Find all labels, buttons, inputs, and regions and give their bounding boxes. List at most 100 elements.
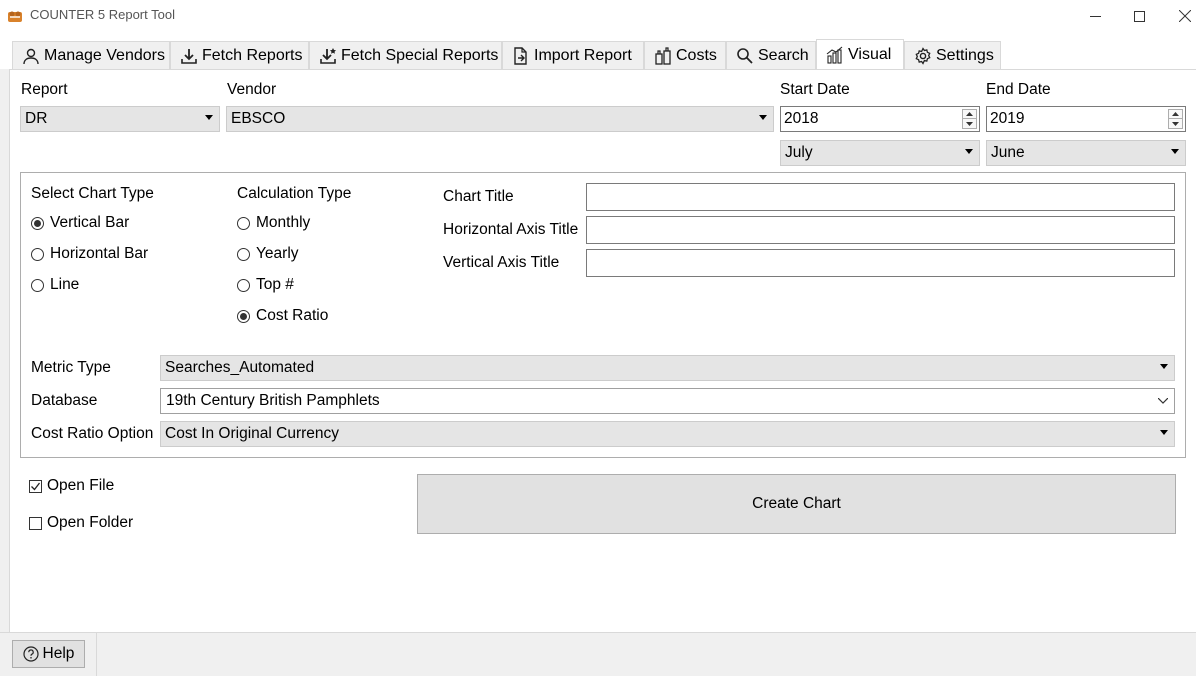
vendor-label: Vendor (227, 81, 277, 98)
dropdown-arrow-icon (1171, 149, 1179, 154)
tab-label: Import Report (534, 47, 632, 64)
end-month-value: June (991, 144, 1025, 161)
tab-visual[interactable]: Visual (816, 39, 904, 70)
radio-unselected-icon (237, 278, 250, 292)
radio-unselected-icon (237, 247, 250, 261)
metric-type-value: Searches_Automated (165, 359, 315, 376)
spinner-buttons[interactable] (1168, 109, 1183, 129)
tab-costs[interactable]: Costs (644, 41, 726, 70)
radio-selected-icon (31, 216, 44, 230)
chart-type-heading: Select Chart Type (31, 185, 154, 202)
start-year-spinner[interactable]: 2018 (780, 106, 980, 132)
radio-label: Vertical Bar (50, 214, 130, 231)
chart-options-group (20, 172, 1186, 458)
tab-label: Visual (848, 46, 892, 63)
dropdown-arrow-icon (1160, 430, 1168, 435)
tab-label: Costs (676, 47, 717, 64)
dropdown-arrow-icon (759, 115, 767, 120)
radio-label: Horizontal Bar (50, 245, 149, 262)
maximize-icon (1133, 10, 1145, 22)
costs-icon (655, 47, 671, 65)
title-bar (0, 0, 1196, 32)
radio-label: Line (50, 276, 80, 293)
tab-fetch-special-reports[interactable]: Fetch Special Reports (309, 41, 502, 70)
close-button[interactable] (1162, 0, 1196, 32)
open-file-checkbox[interactable]: Open File (29, 477, 114, 495)
horizontal-axis-title-input[interactable] (586, 216, 1175, 244)
radio-unselected-icon (237, 216, 250, 230)
tab-label: Fetch Special Reports (341, 47, 499, 64)
radio-horizontal-bar[interactable]: Horizontal Bar (31, 245, 148, 263)
horizontal-axis-title-label: Horizontal Axis Title (443, 221, 579, 238)
download-icon (181, 49, 197, 64)
tab-manage-vendors[interactable]: Manage Vendors (12, 41, 170, 70)
help-button[interactable]: Help (12, 640, 85, 668)
radio-label: Monthly (256, 214, 311, 231)
radio-monthly[interactable]: Monthly (237, 214, 310, 232)
radio-cost-ratio[interactable]: Cost Ratio (237, 307, 328, 325)
database-label: Database (31, 392, 98, 409)
start-year-value: 2018 (784, 110, 819, 127)
database-value: 19th Century British Pamphlets (166, 392, 380, 409)
metric-type-label: Metric Type (31, 359, 111, 376)
open-folder-checkbox[interactable]: Open Folder (29, 514, 133, 532)
radio-selected-icon (237, 309, 250, 323)
tab-settings[interactable]: Settings (904, 41, 1001, 70)
radio-line[interactable]: Line (31, 276, 79, 294)
radio-top-n[interactable]: Top # (237, 276, 294, 294)
open-file-label: Open File (47, 477, 115, 494)
user-icon (23, 48, 39, 65)
radio-label: Top # (256, 276, 294, 293)
metric-type-select[interactable]: Searches_Automated (160, 355, 1175, 381)
radio-yearly[interactable]: Yearly (237, 245, 299, 263)
spin-down-icon[interactable] (963, 119, 976, 128)
end-month-select[interactable]: June (986, 140, 1186, 166)
radio-label: Cost Ratio (256, 307, 329, 324)
maximize-button[interactable] (1116, 0, 1162, 32)
spinner-buttons[interactable] (962, 109, 977, 129)
app-icon (8, 11, 22, 22)
search-icon (737, 48, 753, 64)
cost-ratio-option-value: Cost In Original Currency (165, 425, 340, 442)
create-chart-button[interactable]: Create Chart (417, 474, 1176, 534)
close-icon (1179, 10, 1191, 22)
spin-down-icon[interactable] (1169, 119, 1182, 128)
spin-up-icon[interactable] (963, 110, 976, 119)
dropdown-arrow-icon (965, 149, 973, 154)
vendor-select[interactable]: EBSCO (226, 106, 774, 132)
gear-icon (915, 47, 931, 65)
report-value: DR (25, 110, 48, 127)
status-bar-divider (96, 633, 97, 676)
end-year-value: 2019 (990, 110, 1025, 127)
vertical-axis-title-label: Vertical Axis Title (443, 254, 560, 271)
open-folder-label: Open Folder (47, 514, 134, 531)
radio-vertical-bar[interactable]: Vertical Bar (31, 214, 129, 232)
end-year-spinner[interactable]: 2019 (986, 106, 1186, 132)
tab-label: Manage Vendors (44, 47, 165, 64)
database-select[interactable]: 19th Century British Pamphlets (160, 388, 1175, 414)
help-icon (22, 646, 39, 662)
vendor-value: EBSCO (231, 110, 286, 127)
cost-ratio-option-label: Cost Ratio Option (31, 425, 154, 442)
tab-fetch-reports[interactable]: Fetch Reports (170, 41, 309, 70)
end-date-label: End Date (986, 81, 1051, 98)
minimize-button[interactable] (1072, 0, 1118, 32)
checkbox-unchecked-icon (29, 516, 42, 530)
report-label: Report (21, 81, 68, 98)
dropdown-arrow-icon (205, 115, 213, 120)
start-month-select[interactable]: July (780, 140, 980, 166)
cost-ratio-option-select[interactable]: Cost In Original Currency (160, 421, 1175, 447)
spin-up-icon[interactable] (1169, 110, 1182, 119)
tab-label: Settings (936, 47, 994, 64)
radio-unselected-icon (31, 278, 44, 292)
report-select[interactable]: DR (20, 106, 220, 132)
vertical-axis-title-input[interactable] (586, 249, 1175, 277)
tab-import-report[interactable]: Import Report (502, 41, 644, 70)
checkbox-checked-icon (29, 479, 42, 493)
download-special-icon (320, 48, 336, 64)
chart-title-input[interactable] (586, 183, 1175, 211)
chart-icon (826, 46, 843, 64)
tab-search[interactable]: Search (726, 41, 816, 70)
calc-type-heading: Calculation Type (237, 185, 352, 202)
dropdown-arrow-icon (1160, 364, 1168, 369)
